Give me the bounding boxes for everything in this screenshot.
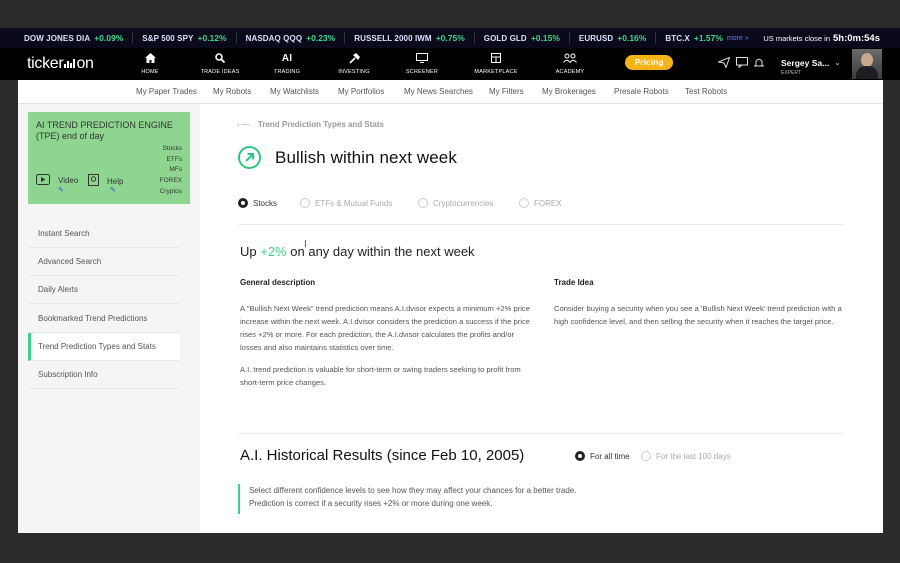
search-icon xyxy=(190,51,250,65)
user-role: EXPERT xyxy=(781,70,801,76)
nav-investing[interactable]: INVESTING xyxy=(324,51,384,75)
video-link[interactable]: Video ✎ xyxy=(36,174,78,194)
radio-stocks[interactable]: Stocks xyxy=(238,198,277,208)
ticker-iwm[interactable]: RUSSELL 2000 IWM +0.75% xyxy=(354,32,484,44)
tpe-title: AI TREND PREDICTION ENGINE (TPE) end of … xyxy=(36,120,173,141)
hammer-icon xyxy=(324,51,384,65)
text-cursor-icon: I xyxy=(304,239,307,250)
ticker-dia[interactable]: DOW JONES DIA +0.09% xyxy=(24,32,142,44)
sidebar-item-advanced-search[interactable]: Advanced Search xyxy=(28,248,180,276)
subnav-test-robots[interactable]: Test Robots xyxy=(685,87,727,96)
general-description-heading: General description xyxy=(240,278,316,287)
sidebar-item-trend-types[interactable]: Trend Prediction Types and Stats xyxy=(28,333,180,361)
back-arrow-icon: ‹ — xyxy=(237,120,250,129)
radio-last-100-days[interactable]: For the last 100 days xyxy=(641,451,731,461)
user-name[interactable]: Sergey Sa... xyxy=(781,58,829,68)
ticker-qqq[interactable]: NASDAQ QQQ +0.23% xyxy=(246,32,355,44)
general-description-p2: A.I. trend prediction is valuable for sh… xyxy=(240,365,521,387)
nav-home[interactable]: HOME xyxy=(120,51,180,75)
chevron-down-icon[interactable]: ⌄ xyxy=(834,58,841,67)
subnav-filters[interactable]: My Filters xyxy=(489,87,524,96)
subnav-robots[interactable]: My Robots xyxy=(213,87,251,96)
subnav-presale-robots[interactable]: Presale Robots xyxy=(614,87,669,96)
window-bottom-bar xyxy=(0,533,900,563)
main-navbar: ticker on HOME TRADE IDEAS AI TRADING INV… xyxy=(0,48,900,80)
sidebar: AI TREND PREDICTION ENGINE (TPE) end of … xyxy=(18,104,198,533)
window-top-bar xyxy=(0,0,900,28)
ticker-eurusd[interactable]: EURUSD +0.16% xyxy=(579,32,665,44)
historical-results-title: A.I. Historical Results (since Feb 10, 2… xyxy=(240,447,525,464)
sidebar-item-subscription[interactable]: Subscription Info xyxy=(28,361,180,389)
subnav-news-searches[interactable]: My News Searches xyxy=(404,87,473,96)
avatar[interactable] xyxy=(852,49,882,79)
radio-crypto[interactable]: Cryptocurrencies xyxy=(418,198,493,208)
ai-icon: AI xyxy=(281,52,293,64)
sidebar-item-daily-alerts[interactable]: Daily Alerts xyxy=(28,276,180,304)
nav-screener[interactable]: SCREENER xyxy=(392,51,452,75)
help-link[interactable]: Help ✎ xyxy=(88,174,123,194)
ticker-spy[interactable]: S&P 500 SPY +0.12% xyxy=(142,32,245,44)
nav-trade-ideas[interactable]: TRADE IDEAS xyxy=(190,51,250,75)
chat-icon[interactable] xyxy=(736,57,748,71)
nav-academy[interactable]: ACADEMY xyxy=(540,51,600,75)
nav-marketplace[interactable]: MARKETPLACE xyxy=(466,51,526,75)
nav-trading[interactable]: AI TRADING xyxy=(257,51,317,76)
radio-etfs[interactable]: ETFs & Mutual Funds xyxy=(300,198,392,208)
breadcrumb[interactable]: ‹ — Trend Prediction Types and Stats xyxy=(237,120,384,129)
sidebar-item-bookmarked[interactable]: Bookmarked Trend Predictions xyxy=(28,305,180,333)
page-content: My Paper Trades My Robots My Watchlists … xyxy=(18,80,883,533)
ticker-strip: DOW JONES DIA +0.09% S&P 500 SPY +0.12% NA… xyxy=(0,28,900,48)
bell-icon[interactable] xyxy=(752,57,766,71)
radio-forex[interactable]: FOREX xyxy=(519,198,562,208)
sub-navigation: My Paper Trades My Robots My Watchlists … xyxy=(18,80,883,104)
people-icon xyxy=(540,51,600,65)
pencil-icon: ✎ xyxy=(110,187,116,194)
trade-idea-heading: Trade Idea xyxy=(554,278,594,287)
subnav-portfolios[interactable]: My Portfolios xyxy=(338,87,384,96)
send-icon[interactable] xyxy=(716,56,731,71)
home-icon xyxy=(120,51,180,65)
logo-bars-icon xyxy=(64,59,76,68)
ticker-gld[interactable]: GOLD GLD +0.15% xyxy=(484,32,579,44)
radio-all-time[interactable]: For all time xyxy=(575,451,630,461)
general-description-p1: A "Bullish Next Week" trend prediction m… xyxy=(240,304,530,352)
subnav-brokerages[interactable]: My Brokerages xyxy=(542,87,596,96)
help-doc-icon xyxy=(88,174,99,188)
monitor-icon xyxy=(392,51,452,65)
tpe-info-box: AI TREND PREDICTION ENGINE (TPE) end of … xyxy=(28,112,190,204)
store-icon xyxy=(466,51,526,65)
tpe-asset-list: Stocks ETFs MFs FOREX Cryptos xyxy=(159,145,182,195)
tickeron-logo[interactable]: ticker on xyxy=(27,55,94,73)
ticker-more-link[interactable]: more » xyxy=(727,35,749,42)
trend-up-icon xyxy=(238,146,261,169)
subnav-watchlists[interactable]: My Watchlists xyxy=(270,87,319,96)
confidence-note: Select different confidence levels to se… xyxy=(238,484,738,514)
main-panel: ‹ — Trend Prediction Types and Stats Bull… xyxy=(200,104,883,533)
prediction-headline: Up +2% on any day within the next week xyxy=(240,244,475,259)
pricing-button[interactable]: Pricing xyxy=(625,55,673,70)
subnav-paper-trades[interactable]: My Paper Trades xyxy=(136,87,197,96)
market-close-countdown: US markets close in 5h:0m:54s xyxy=(763,32,880,44)
sidebar-item-instant-search[interactable]: Instant Search xyxy=(28,220,180,248)
page-title: Bullish within next week xyxy=(275,148,457,167)
video-icon xyxy=(36,174,50,187)
trade-idea-text: Consider buying a security when you see … xyxy=(554,304,842,326)
ticker-btc[interactable]: BTC.X +1.57% xyxy=(665,33,723,43)
pencil-icon: ✎ xyxy=(58,187,64,194)
